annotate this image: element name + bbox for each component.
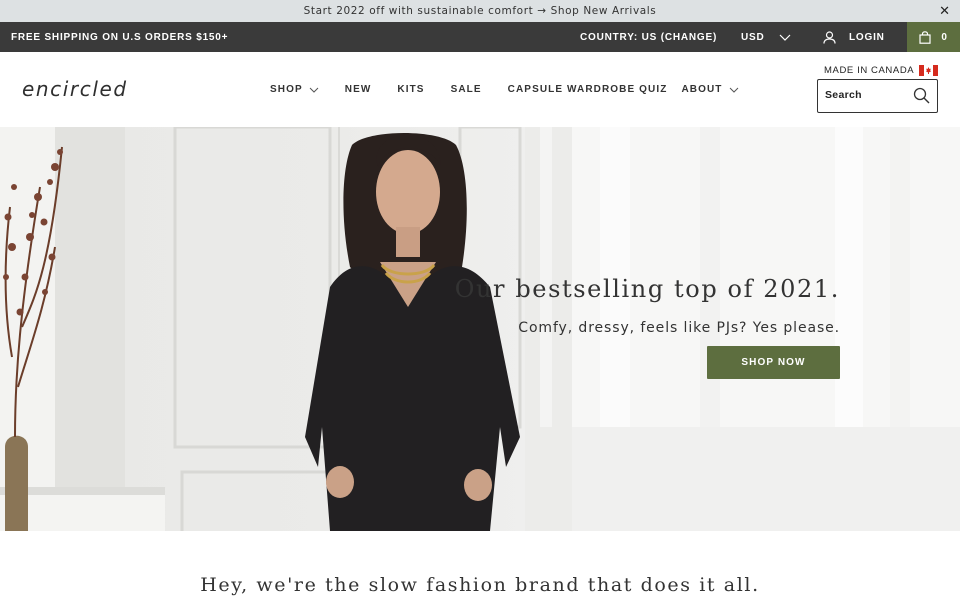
free-shipping-text: FREE SHIPPING ON U.S ORDERS $150+ xyxy=(11,32,229,43)
brand-tagline: Hey, we're the slow fashion brand that d… xyxy=(200,574,760,596)
shop-now-button[interactable]: SHOP NOW xyxy=(707,346,840,379)
nav-label: CAPSULE WARDROBE QUIZ xyxy=(507,84,668,95)
nav-label: SHOP xyxy=(270,84,303,95)
nav-label: ABOUT xyxy=(681,84,723,95)
nav-item-kits[interactable]: KITS xyxy=(397,84,424,95)
chevron-down-icon xyxy=(729,87,738,93)
close-icon[interactable]: ✕ xyxy=(939,3,950,19)
hero-subtitle: Comfy, dressy, feels like PJs? Yes pleas… xyxy=(518,320,840,336)
cart-count: 0 xyxy=(941,31,948,43)
hero-title: Our bestselling top of 2021. xyxy=(454,275,840,303)
cart-button[interactable]: 0 xyxy=(907,22,960,52)
nav-item-new[interactable]: NEW xyxy=(345,84,372,95)
announcement-link[interactable]: Start 2022 off with sustainable comfort … xyxy=(304,5,657,17)
nav-item-sale[interactable]: SALE xyxy=(451,84,482,95)
made-in-label: MADE IN CANADA xyxy=(824,65,915,76)
made-in-canada: MADE IN CANADA xyxy=(824,65,939,76)
search-input[interactable] xyxy=(825,89,910,101)
country-selector[interactable]: COUNTRY: US (CHANGE) xyxy=(580,32,717,43)
user-icon xyxy=(823,31,836,44)
nav-label: NEW xyxy=(344,84,372,95)
nav-label: KITS xyxy=(397,84,425,95)
utility-bar: FREE SHIPPING ON U.S ORDERS $150+ COUNTR… xyxy=(0,22,960,52)
shopping-bag-icon xyxy=(919,30,931,44)
currency-selector[interactable]: USD xyxy=(741,32,791,43)
search-box xyxy=(817,79,938,113)
nav-item-shop[interactable]: SHOP xyxy=(270,84,319,95)
search-icon[interactable] xyxy=(913,87,930,104)
chevron-down-icon xyxy=(779,34,790,41)
canada-flag-icon xyxy=(919,65,939,76)
site-header: encircled SHOP NEW KITS SALE CAPSULE WAR… xyxy=(0,52,960,127)
currency-label: USD xyxy=(741,32,765,43)
login-label: LOGIN xyxy=(849,32,885,43)
announcement-bar: Start 2022 off with sustainable comfort … xyxy=(0,0,960,22)
login-link[interactable]: LOGIN xyxy=(823,31,885,44)
nav-item-about[interactable]: ABOUT xyxy=(681,84,738,95)
chevron-down-icon xyxy=(309,87,319,93)
main-nav: SHOP NEW KITS SALE CAPSULE WARDROBE QUIZ… xyxy=(270,84,739,95)
hero-banner: Our bestselling top of 2021. Comfy, dres… xyxy=(0,127,960,531)
site-logo[interactable]: encircled xyxy=(22,77,128,101)
nav-label: SALE xyxy=(450,84,482,95)
nav-item-capsule-quiz[interactable]: CAPSULE WARDROBE QUIZ xyxy=(508,84,668,95)
